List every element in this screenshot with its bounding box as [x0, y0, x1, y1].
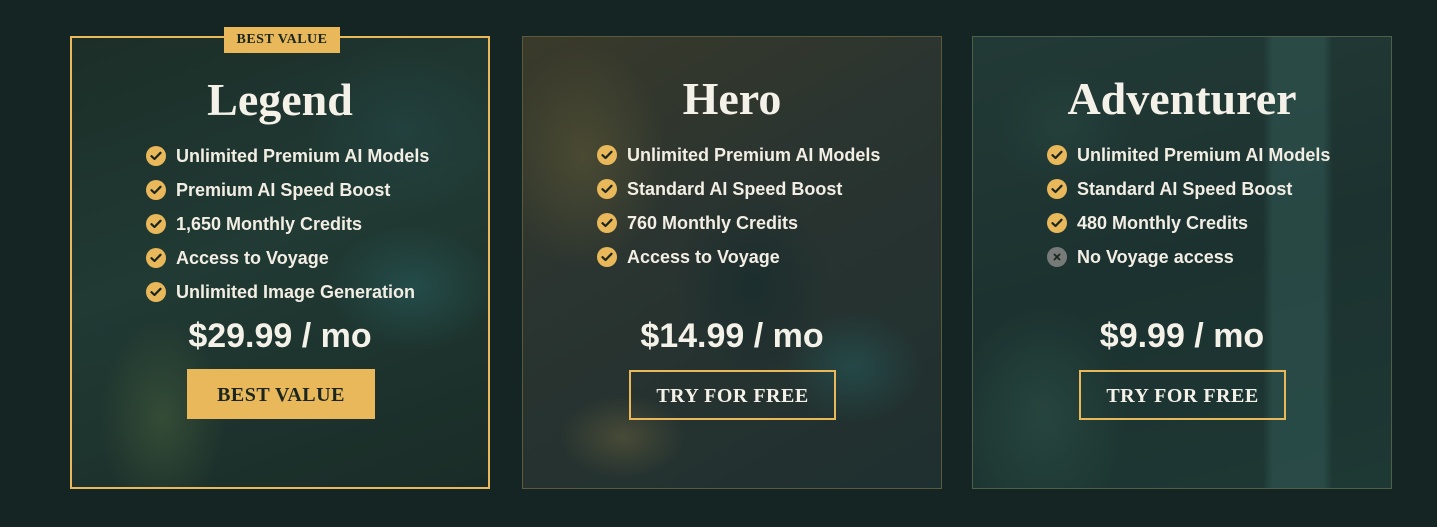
check-icon	[1047, 213, 1067, 233]
cross-icon	[1047, 247, 1067, 267]
plan-price: $9.99 / mo	[1099, 317, 1265, 355]
feature-label: No Voyage access	[1077, 246, 1234, 267]
check-icon	[597, 247, 617, 267]
check-icon	[146, 214, 166, 234]
feature-item: Standard AI Speed Boost	[1047, 172, 1391, 206]
check-icon	[597, 179, 617, 199]
feature-label: Standard AI Speed Boost	[1077, 178, 1293, 199]
feature-label: 480 Monthly Credits	[1077, 212, 1249, 233]
plan-price: $14.99 / mo	[640, 317, 824, 355]
check-icon	[597, 213, 617, 233]
feature-label: Premium AI Speed Boost	[176, 179, 391, 200]
plan-title: Hero	[682, 73, 782, 124]
feature-item: Premium AI Speed Boost	[146, 173, 488, 207]
check-icon	[146, 180, 166, 200]
feature-item: Access to Voyage	[146, 241, 488, 275]
feature-label: 760 Monthly Credits	[627, 212, 799, 233]
plan-title: Adventurer	[1067, 73, 1297, 124]
best-value-badge: BEST VALUE	[224, 27, 340, 53]
feature-label: Unlimited Premium AI Models	[1077, 144, 1331, 165]
check-icon	[1047, 179, 1067, 199]
feature-item: 480 Monthly Credits	[1047, 206, 1391, 240]
feature-item: Unlimited Image Generation	[146, 275, 488, 309]
feature-label: Unlimited Image Generation	[176, 281, 416, 302]
check-icon	[1047, 145, 1067, 165]
try-for-free-button[interactable]: TRY FOR FREE	[1079, 370, 1286, 420]
feature-item: No Voyage access	[1047, 240, 1391, 274]
plan-card-legend: BEST VALUE Legend Unlimited Premium AI M…	[70, 27, 490, 489]
plan-title: Legend	[207, 74, 353, 125]
feature-label: Unlimited Premium AI Models	[627, 144, 881, 165]
feature-item: Access to Voyage	[597, 240, 941, 274]
feature-label: Access to Voyage	[176, 247, 329, 268]
check-icon	[597, 145, 617, 165]
feature-label: Standard AI Speed Boost	[627, 178, 843, 199]
feature-item: Unlimited Premium AI Models	[597, 138, 941, 172]
plan-card-hero: Hero Unlimited Premium AI Models Standar…	[522, 36, 942, 489]
feature-label: Unlimited Premium AI Models	[176, 145, 430, 166]
check-icon	[146, 248, 166, 268]
feature-list: Unlimited Premium AI Models Premium AI S…	[146, 139, 488, 309]
try-for-free-button[interactable]: TRY FOR FREE	[629, 370, 836, 420]
feature-list: Unlimited Premium AI Models Standard AI …	[597, 138, 941, 274]
feature-label: 1,650 Monthly Credits	[176, 213, 363, 234]
feature-label: Access to Voyage	[627, 246, 780, 267]
plan-card-adventurer: Adventurer Unlimited Premium AI Models S…	[972, 36, 1392, 489]
feature-item: Standard AI Speed Boost	[597, 172, 941, 206]
check-icon	[146, 146, 166, 166]
feature-list: Unlimited Premium AI Models Standard AI …	[1047, 138, 1391, 274]
best-value-button[interactable]: BEST VALUE	[187, 369, 375, 419]
check-icon	[146, 282, 166, 302]
feature-item: Unlimited Premium AI Models	[1047, 138, 1391, 172]
feature-item: 760 Monthly Credits	[597, 206, 941, 240]
feature-item: 1,650 Monthly Credits	[146, 207, 488, 241]
feature-item: Unlimited Premium AI Models	[146, 139, 488, 173]
plan-price: $29.99 / mo	[188, 317, 372, 355]
